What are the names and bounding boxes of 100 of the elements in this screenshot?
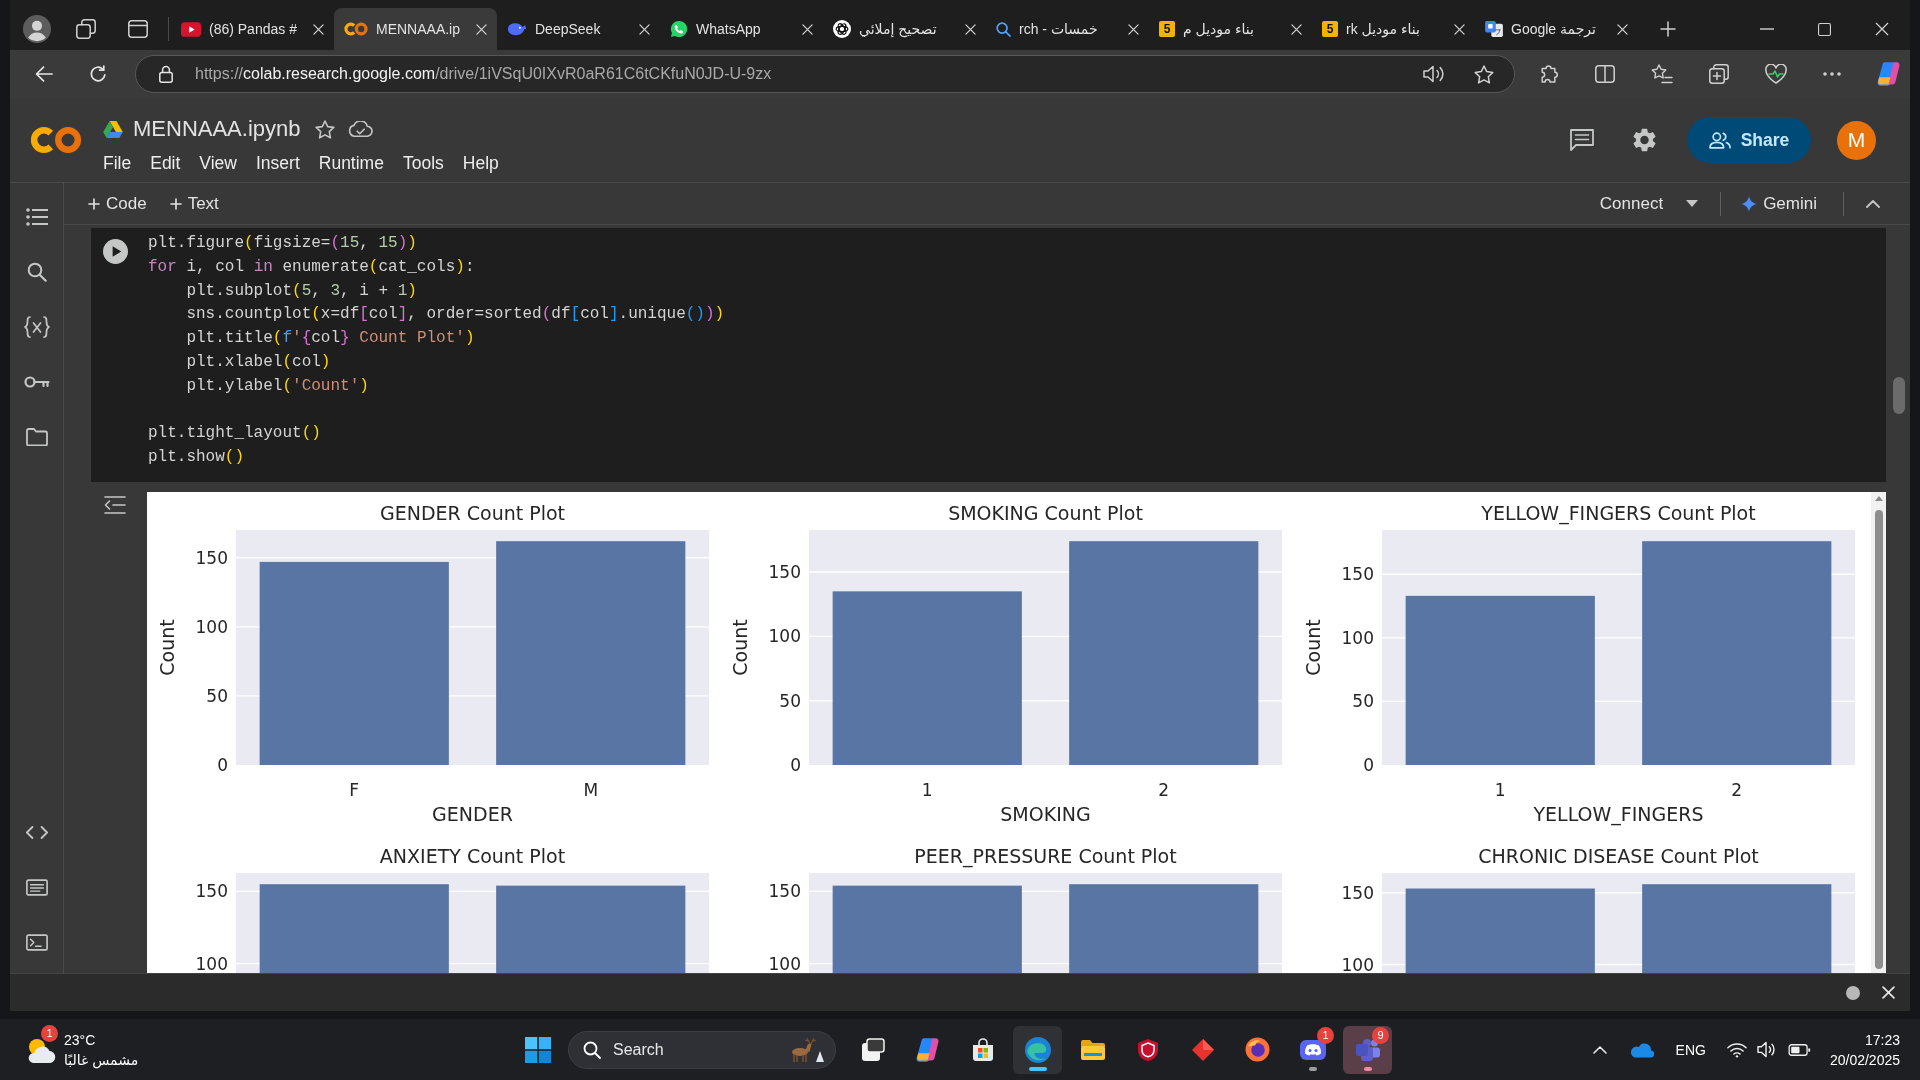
browser-tab[interactable]: خمسات - rch	[986, 8, 1149, 50]
terminal-icon[interactable]	[25, 934, 48, 951]
stacked-squares-icon[interactable]	[76, 19, 96, 39]
maximize-icon[interactable]	[1818, 22, 1831, 36]
settings-icon[interactable]	[1633, 128, 1656, 152]
chevron-icon[interactable]	[1592, 1045, 1607, 1054]
chart-title: GENDER Count Plot	[379, 502, 566, 524]
menu-item[interactable]: Insert	[256, 152, 300, 174]
star-icon[interactable]	[1474, 64, 1494, 84]
close-icon[interactable]	[313, 23, 324, 35]
volume-icon[interactable]	[1756, 1041, 1776, 1058]
start-icon[interactable]	[525, 1036, 551, 1063]
tick-label: F	[349, 780, 360, 800]
close-icon[interactable]	[1128, 23, 1139, 35]
app-highlight[interactable]: 9	[1343, 1025, 1392, 1074]
browser-tab[interactable]: DeepSeek	[497, 8, 660, 50]
rings-logo-icon[interactable]	[30, 125, 82, 155]
close-icon[interactable]	[1882, 986, 1895, 999]
connect-button[interactable]: Connect	[1591, 189, 1672, 218]
browser-tab[interactable]: WhatsApp	[660, 8, 823, 50]
list-icon[interactable]	[25, 207, 48, 226]
caret-icon[interactable]	[1686, 200, 1699, 207]
folder-icon[interactable]	[25, 427, 48, 446]
app-highlight[interactable]	[1013, 1025, 1062, 1074]
search-field[interactable]: Search	[568, 1030, 836, 1069]
lock-icon[interactable]	[159, 65, 173, 83]
arrow-up-icon[interactable]	[1874, 496, 1883, 501]
close-icon[interactable]	[802, 23, 813, 35]
shield-icon[interactable]	[1136, 1037, 1159, 1062]
star-lines-icon[interactable]	[1651, 64, 1673, 84]
code-line: plt.figure(figsize=(15, 15))	[148, 233, 417, 254]
plus-icon[interactable]	[1660, 21, 1676, 37]
menu-item[interactable]: View	[199, 152, 237, 174]
search-icon[interactable]	[26, 261, 47, 282]
weather-condition[interactable]: مشمس غالبًا	[64, 1049, 139, 1070]
controller-logo-icon[interactable]	[1299, 1039, 1326, 1060]
close-icon[interactable]	[639, 23, 650, 35]
overlapping-squares-icon[interactable]	[860, 1037, 885, 1062]
browser-tab[interactable]: (86) Pandas #	[171, 8, 334, 50]
close-icon[interactable]	[1291, 23, 1302, 35]
close-icon[interactable]	[965, 23, 976, 35]
clock-date[interactable]: 20/02/2025	[1829, 1049, 1900, 1070]
globe-icon[interactable]	[1245, 1037, 1270, 1062]
battery-icon[interactable]	[1787, 1043, 1811, 1056]
temperature[interactable]: 23°C	[64, 1029, 96, 1050]
braces-icon[interactable]	[23, 315, 50, 338]
people-icon	[1708, 131, 1731, 149]
language-indicator[interactable]: ENG	[1675, 1041, 1706, 1058]
clock-time[interactable]: 17:23	[1864, 1029, 1900, 1050]
menu-item[interactable]: Tools	[402, 152, 444, 174]
stripes-logo-icon[interactable]	[1877, 62, 1901, 86]
squares-plus-icon[interactable]	[1709, 64, 1729, 84]
add-code-button[interactable]: Code	[80, 189, 155, 218]
menu-item[interactable]: File	[103, 152, 132, 174]
scrollbar-thumb[interactable]	[1874, 510, 1883, 969]
tick-label: M	[583, 780, 599, 800]
play-icon[interactable]	[103, 239, 128, 264]
wave-logo-icon[interactable]	[1024, 1036, 1051, 1063]
text-box-icon[interactable]	[25, 879, 48, 896]
chevron-icon[interactable]	[1866, 199, 1880, 208]
menu-item[interactable]: Runtime	[318, 152, 384, 174]
star-icon[interactable]	[314, 119, 335, 139]
tick-label: 0	[217, 755, 228, 775]
close-icon[interactable]	[1617, 23, 1628, 35]
profile-icon[interactable]	[23, 15, 51, 43]
tick-label: 2	[1158, 780, 1170, 800]
code-icon[interactable]	[25, 826, 48, 839]
browser-tab[interactable]: ترجمة Google	[1475, 8, 1638, 50]
wifi-icon[interactable]	[1726, 1041, 1747, 1058]
assistant-button[interactable]: Gemini	[1733, 189, 1825, 218]
menu-item[interactable]: Help	[462, 152, 499, 174]
panel-icon[interactable]	[128, 20, 148, 38]
back-icon[interactable]	[35, 66, 53, 82]
heart-pulse-icon[interactable]	[1765, 64, 1787, 84]
notebook-title[interactable]: MENNAAA.ipynb	[133, 116, 301, 142]
add-text-button[interactable]: Text	[161, 189, 227, 218]
browser-tab[interactable]: MENNAAA.ip	[334, 8, 497, 50]
scrollbar-thumb[interactable]	[1893, 377, 1905, 414]
code-line: plt.ylabel('Count')	[185, 375, 369, 397]
address-field[interactable]: https://colab.research.google.com/drive/1iVSqU0IXvR0aR61C6tCKfuN0JD-U-9zx	[135, 55, 1515, 93]
tick-label: 150	[195, 547, 228, 568]
browser-tab[interactable]: تصحيح إملائي	[823, 8, 986, 50]
speaker-icon[interactable]	[1423, 65, 1445, 83]
key-icon[interactable]	[23, 375, 50, 388]
reload-icon[interactable]	[89, 65, 107, 83]
speech-bubble-icon[interactable]	[1570, 129, 1594, 151]
people-tile-icon[interactable]	[1354, 1037, 1381, 1062]
folder-icon[interactable]	[1079, 1038, 1106, 1061]
more-icon[interactable]	[1823, 72, 1841, 76]
shopping-bag-icon[interactable]	[970, 1037, 995, 1062]
share-button[interactable]: Share	[1687, 117, 1811, 163]
puzzle-icon[interactable]	[1540, 65, 1559, 83]
close-icon[interactable]	[476, 23, 487, 35]
close-icon[interactable]	[1875, 22, 1889, 36]
split-screen-icon[interactable]	[1595, 65, 1615, 83]
menu-item[interactable]: Edit	[150, 152, 181, 174]
close-icon[interactable]	[1454, 23, 1465, 35]
stripes-logo-icon[interactable]	[915, 1037, 940, 1062]
lines-arrow-icon[interactable]	[104, 496, 126, 514]
diamond-icon[interactable]	[1190, 1037, 1215, 1062]
